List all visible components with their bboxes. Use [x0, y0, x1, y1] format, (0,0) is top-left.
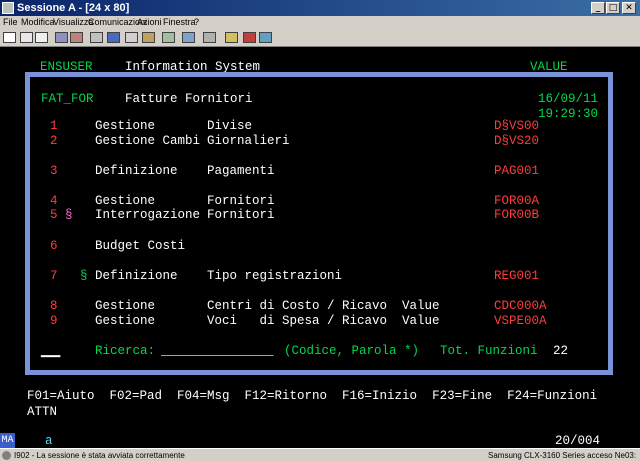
- maximize-button[interactable]: □: [606, 2, 620, 14]
- function-keys[interactable]: F01=Aiuto F02=Pad F04=Msg F12=Ritorno F1…: [27, 389, 597, 403]
- option-code: PAG001: [494, 164, 540, 178]
- app-icon: [2, 2, 14, 14]
- option-number: 6: [50, 239, 58, 253]
- paste-icon[interactable]: [35, 32, 48, 43]
- option-code: REG001: [494, 269, 540, 283]
- window-titlebar[interactable]: Sessione A - [24 x 80] _ □ ✕: [0, 0, 640, 16]
- option-code: VSPE00A: [494, 314, 547, 328]
- option-object[interactable]: Voci di Spesa / Ricavo Value: [207, 314, 440, 328]
- option-action[interactable]: Gestione: [95, 119, 155, 133]
- option-number: 2: [50, 134, 58, 148]
- option-action[interactable]: Definizione: [95, 269, 178, 283]
- status-icon: [2, 451, 11, 460]
- printer-status: Samsung CLX-3160 Series acceso Ne03:: [488, 451, 637, 460]
- option-code: FOR00A: [494, 194, 540, 208]
- option-number: 8: [50, 299, 58, 313]
- option-object[interactable]: Pagamenti: [207, 164, 275, 178]
- macro-record-icon[interactable]: [142, 32, 155, 43]
- option-object[interactable]: Tipo registrazioni: [207, 269, 342, 283]
- option-object[interactable]: Fornitori: [207, 208, 275, 222]
- option-code: D§VS00: [494, 119, 540, 133]
- oia-indicator: MA: [0, 433, 15, 448]
- terminal-screen[interactable]: ENSUSER Information System VALUE FAT_FOR…: [0, 47, 640, 433]
- help-icon[interactable]: [259, 32, 272, 43]
- oia-input-mode: a: [45, 434, 53, 448]
- option-action[interactable]: Gestione: [95, 299, 155, 313]
- program-title: Fatture Fornitori: [125, 92, 253, 106]
- option-number: 1: [50, 119, 58, 133]
- option-number: 9: [50, 314, 58, 328]
- total-label: Tot. Funzioni: [440, 344, 538, 358]
- close-button[interactable]: ✕: [622, 2, 636, 14]
- status-message: I902 - La sessione è stata avviata corre…: [14, 451, 185, 460]
- option-action[interactable]: Gestione: [95, 314, 155, 328]
- menu-finestra[interactable]: Finestra: [163, 16, 196, 29]
- search-hint: (Codice, Parola *): [284, 344, 420, 358]
- option-number: 3: [50, 164, 58, 178]
- option-number: 7: [50, 269, 58, 283]
- copy-icon[interactable]: [20, 32, 33, 43]
- screen-date: 16/09/11: [538, 92, 599, 106]
- settings-icon[interactable]: [203, 32, 216, 43]
- folder-icon[interactable]: [225, 32, 238, 43]
- option-code: CDC000A: [494, 299, 547, 313]
- option-action[interactable]: Definizione: [95, 164, 178, 178]
- total-value: 22: [553, 344, 569, 358]
- option-action[interactable]: Gestione: [95, 194, 155, 208]
- print-icon[interactable]: [3, 32, 16, 43]
- macro-play-icon[interactable]: [162, 32, 175, 43]
- option-action[interactable]: Interrogazione: [95, 208, 200, 222]
- toolbar: [0, 29, 640, 47]
- keyboard-icon[interactable]: [107, 32, 120, 43]
- program-code: FAT_FOR: [41, 92, 94, 106]
- option-object[interactable]: Divise: [207, 119, 252, 133]
- receive-icon[interactable]: [70, 32, 83, 43]
- status-bar: I902 - La sessione è stata avviata corre…: [0, 448, 640, 461]
- menu-azioni[interactable]: Azioni: [137, 16, 162, 29]
- send-icon[interactable]: [55, 32, 68, 43]
- option-object[interactable]: Giornalieri: [207, 134, 290, 148]
- display-icon[interactable]: [90, 32, 103, 43]
- screen-time: 19:29:30: [538, 107, 599, 121]
- search-input[interactable]: _______________: [161, 344, 274, 358]
- input-cursor[interactable]: ▁▁: [41, 344, 60, 358]
- search-label: Ricerca:: [95, 344, 156, 358]
- stop-icon[interactable]: [243, 32, 256, 43]
- option-object[interactable]: Fornitori: [207, 194, 275, 208]
- menu-help[interactable]: ?: [194, 16, 199, 29]
- option-marker: §: [65, 208, 73, 222]
- window-title: Sessione A - [24 x 80]: [17, 2, 130, 14]
- option-number: 5: [50, 208, 58, 222]
- option-code: FOR00B: [494, 208, 540, 222]
- option-code: D§VS20: [494, 134, 540, 148]
- minimize-button[interactable]: _: [591, 2, 605, 14]
- option-object[interactable]: Centri di Costo / Ricavo Value: [207, 299, 440, 313]
- option-action[interactable]: Budget Costi: [95, 239, 185, 253]
- oia-cursor-position: 20/004: [555, 434, 601, 448]
- menu-file[interactable]: File: [3, 16, 18, 29]
- menu-modifica[interactable]: Modifica: [21, 16, 55, 29]
- oia-line: MA a 20/004: [0, 433, 640, 448]
- option-marker: §: [80, 269, 88, 283]
- menu-panel: FAT_FOR Fatture Fornitori 16/09/11 19:29…: [25, 72, 613, 375]
- attn-key[interactable]: ATTN: [27, 405, 57, 419]
- menu-bar: File Modifica Visualizza Comunicazioni A…: [0, 16, 640, 29]
- option-number: 4: [50, 194, 58, 208]
- option-action[interactable]: Gestione Cambi: [95, 134, 200, 148]
- color-icon[interactable]: [125, 32, 138, 43]
- map-icon[interactable]: [182, 32, 195, 43]
